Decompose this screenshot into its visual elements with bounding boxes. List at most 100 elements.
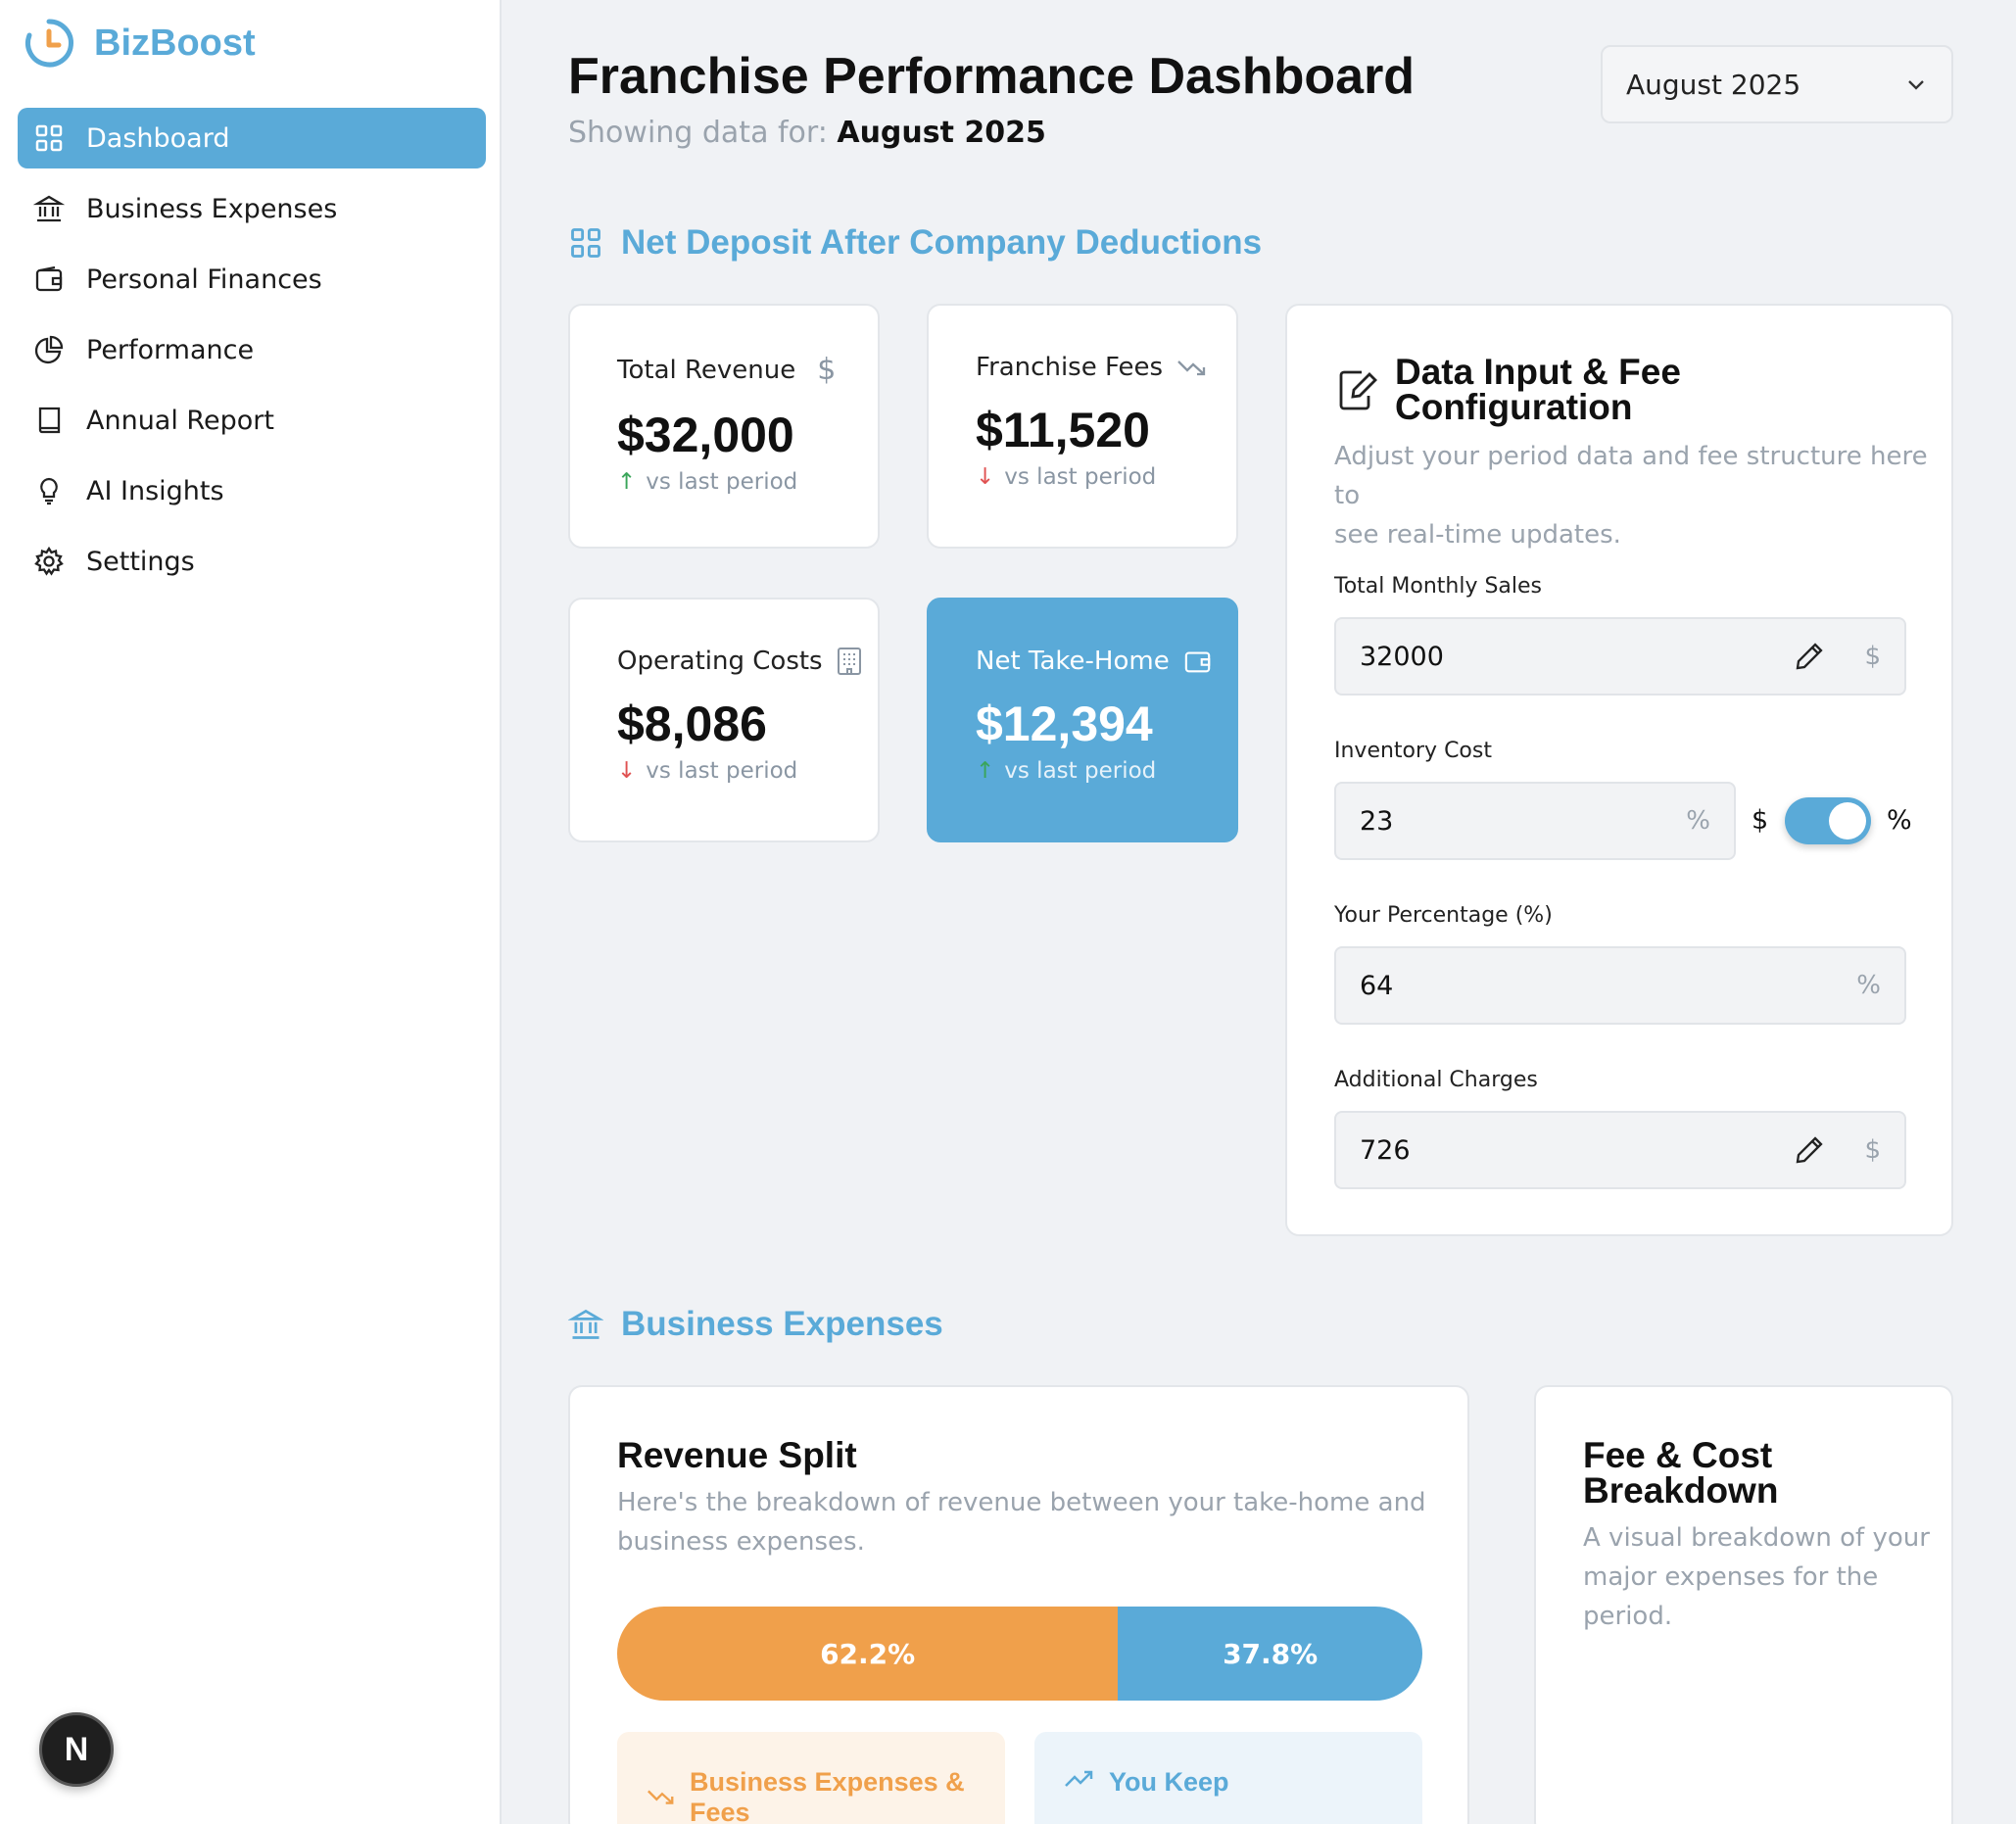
revenue-split-description: Here's the breakdown of revenue between … xyxy=(617,1483,1426,1561)
chevron-down-icon xyxy=(1908,80,1924,90)
desc-line: A visual breakdown of your xyxy=(1583,1523,1930,1553)
revenue-split-card: Revenue Split Here's the breakdown of re… xyxy=(568,1385,1469,1824)
page-subtitle: Showing data for: August 2025 xyxy=(568,116,1046,150)
additional-charges-field[interactable]: 726 $ xyxy=(1334,1111,1906,1189)
arrow-up-icon: ↑ xyxy=(617,469,637,495)
total-sales-field[interactable]: 32000 $ xyxy=(1334,617,1906,696)
config-title: Data Input & Fee Configuration xyxy=(1395,352,1681,425)
field-unit: $ xyxy=(1864,1135,1881,1165)
your-percentage-field[interactable]: 64 % xyxy=(1334,946,1906,1025)
sidebar-item-ai-insights[interactable]: AI Insights xyxy=(18,460,486,521)
arrow-up-icon: ↑ xyxy=(976,758,995,784)
app-name: BizBoost xyxy=(94,22,256,64)
you-keep-label: You Keep xyxy=(1109,1767,1229,1797)
stat-foot: vs last period xyxy=(1004,464,1157,490)
field-value: 23 xyxy=(1360,805,1394,837)
sidebar-item-personal-finances[interactable]: Personal Finances xyxy=(18,249,486,310)
title-line: Breakdown xyxy=(1583,1470,1779,1511)
stat-card-net-take-home: Net Take-Home $12,394 ↑ vs last period xyxy=(927,598,1238,842)
field-label: Your Percentage (%) xyxy=(1334,903,1553,928)
sidebar-item-label: AI Insights xyxy=(86,475,224,506)
stat-value: $8,086 xyxy=(617,696,767,751)
box-label-line: Business Expenses & xyxy=(690,1767,965,1797)
period-select-value: August 2025 xyxy=(1626,68,1801,101)
fee-breakdown-card: Fee & Cost Breakdown A visual breakdown … xyxy=(1534,1385,1953,1824)
config-description: Adjust your period data and fee structur… xyxy=(1334,437,1951,554)
sidebar-item-label: Annual Report xyxy=(86,405,274,436)
sidebar-item-label: Settings xyxy=(86,546,195,577)
stat-label: Net Take-Home xyxy=(976,647,1170,676)
pencil-icon[interactable] xyxy=(1794,641,1825,672)
sidebar-item-label: Personal Finances xyxy=(86,264,322,295)
bank-icon xyxy=(33,195,65,222)
inventory-cost-field[interactable]: 23 % xyxy=(1334,782,1736,860)
page-title: Franchise Performance Dashboard xyxy=(568,48,1416,105)
stat-card-franchise-fees: Franchise Fees $11,520 ↓ vs last period xyxy=(927,304,1238,549)
clock-logo-icon xyxy=(25,19,73,68)
fee-breakdown-description: A visual breakdown of your major expense… xyxy=(1583,1518,1930,1636)
config-desc-line: see real-time updates. xyxy=(1334,520,1621,550)
stat-value: $32,000 xyxy=(617,408,794,462)
sidebar-nav: Dashboard Business Expenses Personal Fin… xyxy=(18,108,486,601)
fee-breakdown-title: Fee & Cost Breakdown xyxy=(1583,1435,1779,1511)
sidebar-item-business-expenses[interactable]: Business Expenses xyxy=(18,178,486,239)
subtitle-prefix: Showing data for: xyxy=(568,116,838,150)
bank-icon xyxy=(568,1309,603,1339)
field-value: 726 xyxy=(1360,1134,1411,1166)
sidebar-item-settings[interactable]: Settings xyxy=(18,531,486,592)
revenue-split-bar: 62.2% 37.8% xyxy=(617,1607,1422,1701)
config-card: Data Input & Fee Configuration Adjust yo… xyxy=(1285,304,1953,1236)
desc-line: period. xyxy=(1583,1602,1673,1631)
book-icon xyxy=(38,407,61,434)
edit-note-icon xyxy=(1339,370,1377,410)
period-select[interactable]: August 2025 xyxy=(1601,45,1953,123)
trending-down-icon xyxy=(648,1790,674,1804)
sidebar-item-dashboard[interactable]: Dashboard xyxy=(18,108,486,168)
stat-label: Operating Costs xyxy=(617,647,823,676)
field-unit: % xyxy=(1686,806,1710,836)
title-line: Fee & Cost xyxy=(1583,1435,1773,1475)
desc-line: Here's the breakdown of revenue between … xyxy=(617,1488,1426,1517)
expenses-fees-box[interactable]: Business Expenses & Fees xyxy=(617,1732,1005,1824)
revenue-split-title: Revenue Split xyxy=(617,1435,857,1475)
config-title-line: Data Input & Fee xyxy=(1395,352,1681,392)
lightbulb-icon xyxy=(40,477,58,505)
field-unit: % xyxy=(1856,971,1881,1000)
section-net-deposit: Net Deposit After Company Deductions xyxy=(568,223,1262,263)
toggle-left-label: $ xyxy=(1752,805,1769,836)
expenses-box-label: Business Expenses & Fees xyxy=(690,1767,965,1824)
sidebar-item-label: Dashboard xyxy=(86,122,230,154)
field-unit: $ xyxy=(1864,642,1881,671)
desc-line: major expenses for the xyxy=(1583,1562,1879,1592)
sidebar-item-performance[interactable]: Performance xyxy=(18,319,486,380)
trending-up-icon xyxy=(1065,1770,1093,1787)
field-value: 32000 xyxy=(1360,641,1444,672)
app-logo[interactable]: BizBoost xyxy=(22,16,256,71)
stat-label: Total Revenue xyxy=(617,355,796,385)
stat-value: $11,520 xyxy=(976,403,1150,457)
arrow-down-icon: ↓ xyxy=(617,758,637,784)
section-title: Business Expenses xyxy=(621,1305,943,1343)
sidebar-item-label: Performance xyxy=(86,334,255,365)
arrow-down-icon: ↓ xyxy=(976,464,995,490)
sidebar-item-annual-report[interactable]: Annual Report xyxy=(18,390,486,451)
pencil-icon[interactable] xyxy=(1794,1134,1825,1166)
split-segment-keep[interactable]: 37.8% xyxy=(1118,1607,1422,1701)
field-label: Inventory Cost xyxy=(1334,739,1492,763)
toggle-knob xyxy=(1829,802,1866,840)
subtitle-period: August 2025 xyxy=(837,116,1046,150)
next-badge[interactable]: N xyxy=(39,1712,114,1787)
stat-foot: vs last period xyxy=(646,469,798,495)
wallet-icon xyxy=(35,265,63,292)
config-desc-line: Adjust your period data and fee structur… xyxy=(1334,442,1928,510)
stat-foot: vs last period xyxy=(646,758,798,784)
trending-down-icon xyxy=(1177,360,1206,376)
sidebar-item-label: Business Expenses xyxy=(86,193,338,224)
unit-toggle[interactable] xyxy=(1785,797,1871,844)
field-value: 64 xyxy=(1360,970,1394,1001)
you-keep-box[interactable]: You Keep xyxy=(1034,1732,1422,1824)
gear-icon xyxy=(34,546,64,576)
split-segment-expenses[interactable]: 62.2% xyxy=(617,1607,1119,1701)
sidebar: BizBoost Dashboard Business Expenses Per… xyxy=(0,0,502,1824)
stat-value: $12,394 xyxy=(976,696,1153,751)
